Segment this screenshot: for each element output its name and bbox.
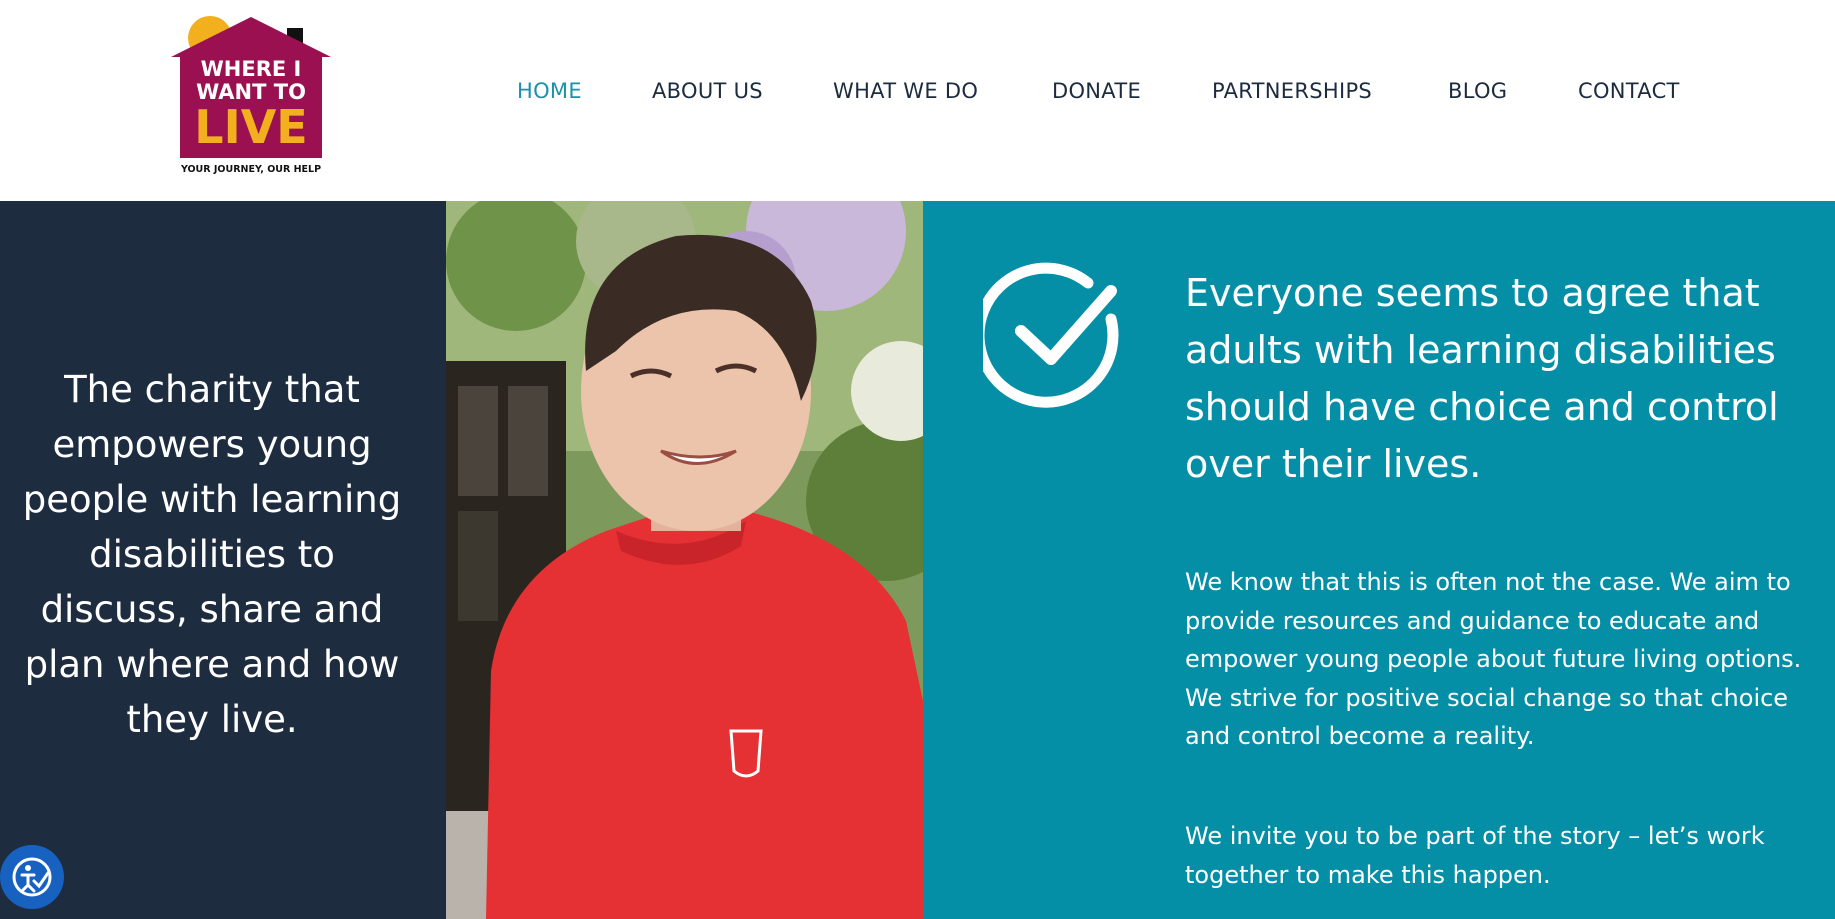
nav-partnerships[interactable]: PARTNERSHIPS <box>1212 79 1372 103</box>
nav-blog[interactable]: BLOG <box>1448 79 1507 103</box>
mission-tagline: The charity that empowers young people w… <box>22 368 402 741</box>
hero-photo <box>446 201 923 919</box>
svg-text:LIVE: LIVE <box>194 100 307 154</box>
mission-panel: The charity that empowers young people w… <box>0 201 446 919</box>
svg-text:YOUR JOURNEY, OUR HELP: YOUR JOURNEY, OUR HELP <box>180 164 321 175</box>
accessibility-button[interactable] <box>0 845 64 909</box>
hero-body-paragraph: We know that this is often not the case.… <box>1185 568 1802 750</box>
nav-what-we-do[interactable]: WHAT WE DO <box>833 79 978 103</box>
hero-headline: Everyone seems to agree that adults with… <box>1185 271 1779 486</box>
info-panel: Everyone seems to agree that adults with… <box>923 201 1835 919</box>
check-circle-icon <box>973 261 1133 411</box>
hero-invite-paragraph: We invite you to be part of the story – … <box>1185 822 1765 889</box>
svg-text:WHERE I: WHERE I <box>201 57 302 81</box>
nav-contact[interactable]: CONTACT <box>1578 79 1680 103</box>
nav-home[interactable]: HOME <box>517 79 582 103</box>
nav-donate[interactable]: DONATE <box>1052 79 1141 103</box>
site-header: WHERE I WANT TO LIVE YOUR JOURNEY, OUR H… <box>0 0 1835 201</box>
nav-about-us[interactable]: ABOUT US <box>652 79 763 103</box>
site-logo[interactable]: WHERE I WANT TO LIVE YOUR JOURNEY, OUR H… <box>166 10 336 180</box>
accessibility-icon <box>0 845 64 909</box>
